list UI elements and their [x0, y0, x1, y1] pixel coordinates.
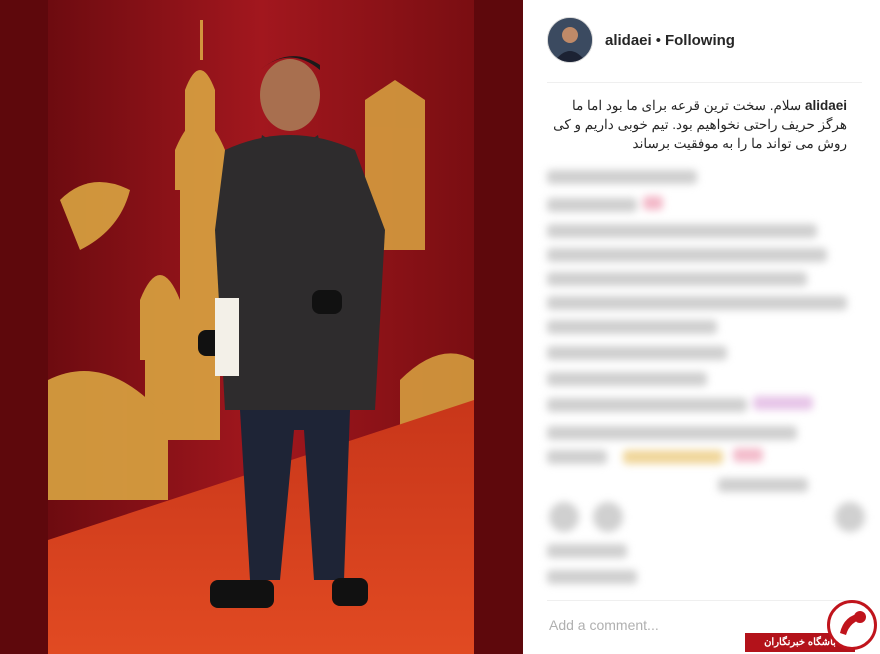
microphone-icon [827, 600, 877, 650]
blurred-comments [543, 160, 865, 600]
post-photo[interactable] [0, 0, 523, 654]
header-divider [547, 82, 862, 83]
avatar[interactable] [547, 17, 593, 63]
following-button[interactable]: Following [665, 32, 735, 49]
username-link[interactable]: alidaei [605, 32, 652, 49]
caption-text: سلام. سخت ترین قرعه برای ما بود اما ما ه… [553, 98, 847, 151]
caption-username[interactable]: alidaei [805, 98, 847, 113]
watermark-logo: باشگاه خبرنگاران [745, 598, 880, 654]
comment-input[interactable]: Add a comment... [549, 617, 659, 633]
photo-illustration [0, 0, 523, 654]
avatar-icon [548, 18, 592, 62]
post-caption: alidaei سلام. سخت ترین قرعه برای ما بود … [547, 96, 847, 153]
header-text: alidaei • Following [605, 32, 735, 49]
post-sidebar: alidaei • Following alidaei سلام. سخت ترین… [523, 0, 880, 654]
header-separator: • [655, 31, 661, 49]
post-header: alidaei • Following [547, 17, 735, 63]
